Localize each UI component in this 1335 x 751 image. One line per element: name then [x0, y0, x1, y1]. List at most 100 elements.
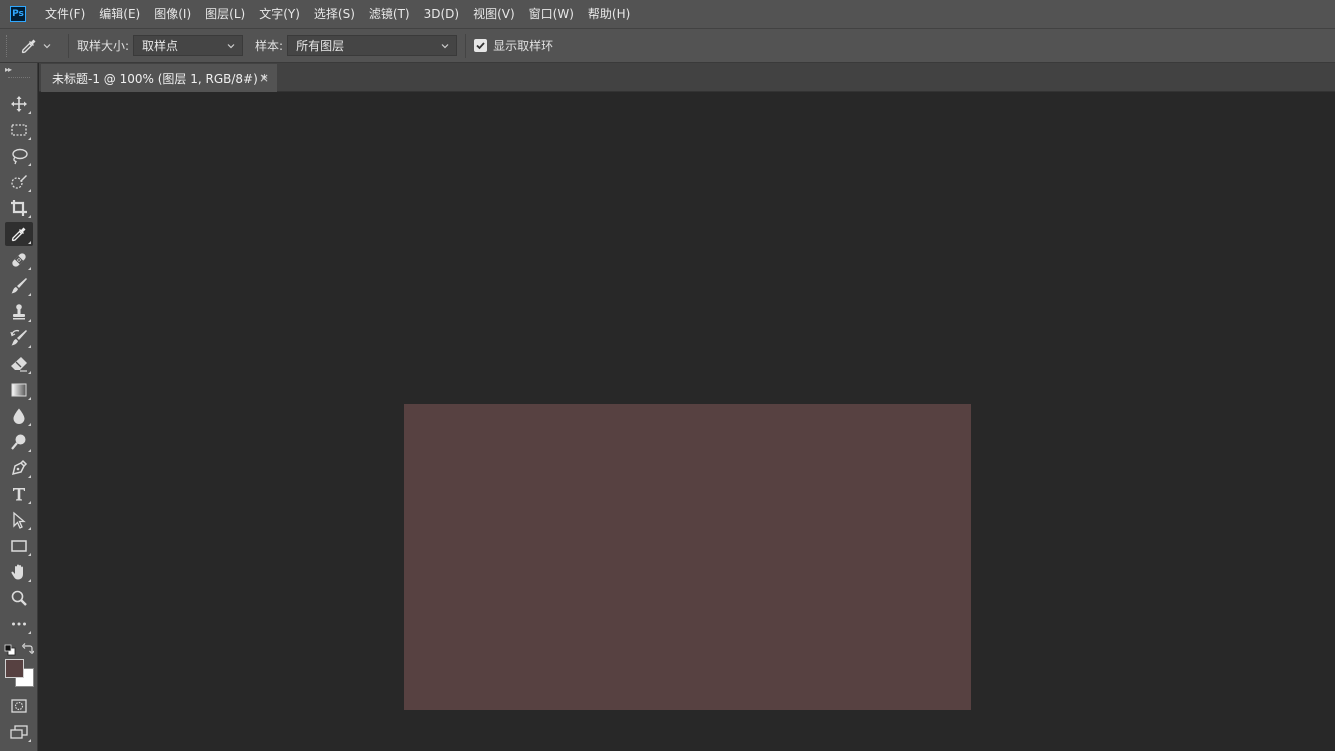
menu-3d[interactable]: 3D(D)	[417, 0, 466, 28]
tool-preset-picker[interactable]	[20, 37, 60, 55]
type-icon	[13, 488, 25, 501]
crop-tool[interactable]	[5, 196, 33, 220]
submenu-indicator	[28, 241, 31, 244]
submenu-indicator	[28, 527, 31, 530]
cursor-arrow-icon	[13, 511, 26, 529]
panel-grip[interactable]	[8, 77, 30, 79]
screen-mode[interactable]	[5, 720, 33, 744]
separator	[68, 33, 69, 58]
healing-brush-tool[interactable]	[5, 248, 33, 272]
document-tab-bar: 未标题-1 @ 100% (图层 1, RGB/8#) * ×	[39, 63, 1335, 92]
sample-value: 所有图层	[296, 39, 345, 53]
submenu-indicator	[28, 553, 31, 556]
eyedropper-icon	[11, 227, 26, 242]
sample-select[interactable]: 所有图层	[287, 35, 458, 56]
submenu-indicator	[28, 631, 31, 634]
menu-file[interactable]: 文件(F)	[38, 0, 92, 28]
tools-panel-header[interactable]: ▸▸	[0, 63, 37, 83]
submenu-indicator	[28, 163, 31, 166]
dodge-tool[interactable]	[5, 430, 33, 454]
brush-icon	[11, 278, 27, 294]
menu-select[interactable]: 选择(S)	[307, 0, 362, 28]
pen-icon	[11, 459, 28, 476]
lasso-icon	[12, 148, 28, 165]
submenu-indicator	[28, 475, 31, 478]
crop-icon	[11, 200, 27, 216]
submenu-indicator	[28, 501, 31, 504]
blur-tool[interactable]	[5, 404, 33, 428]
menu-edit[interactable]: 编辑(E)	[92, 0, 147, 28]
tools-panel: ▸▸	[0, 63, 38, 751]
ellipsis-icon	[12, 622, 26, 626]
dodge-icon	[11, 434, 26, 450]
collapse-arrows-icon[interactable]: ▸▸	[5, 65, 12, 74]
submenu-indicator	[28, 267, 31, 270]
sample-label: 样本:	[255, 39, 284, 53]
quick-selection-tool[interactable]	[5, 170, 33, 194]
show-sampling-ring-checkbox[interactable]	[474, 39, 488, 52]
submenu-indicator	[28, 111, 31, 114]
type-tool[interactable]	[5, 482, 33, 506]
bandage-icon	[12, 253, 26, 267]
swap-colors-icon[interactable]	[22, 642, 34, 654]
eraser-tool[interactable]	[5, 352, 33, 376]
menu-layer[interactable]: 图层(L)	[198, 0, 252, 28]
submenu-indicator	[28, 319, 31, 322]
quick-mask-icon	[11, 699, 27, 713]
submenu-indicator	[28, 189, 31, 192]
submenu-indicator	[28, 137, 31, 140]
submenu-indicator	[28, 423, 31, 426]
hand-tool[interactable]	[5, 560, 33, 584]
menu-image[interactable]: 图像(I)	[147, 0, 198, 28]
photoshop-logo: Ps	[10, 6, 26, 22]
options-bar-grip[interactable]	[6, 34, 10, 57]
sample-size-value: 取样点	[142, 39, 179, 53]
chevron-down-icon	[441, 43, 449, 48]
path-selection-tool[interactable]	[5, 508, 33, 532]
more-tools[interactable]	[5, 612, 33, 636]
quick-selection-icon	[11, 175, 27, 189]
menu-type[interactable]: 文字(Y)	[252, 0, 307, 28]
eyedropper-icon	[21, 39, 36, 53]
menu-bar: Ps 文件(F) 编辑(E) 图像(I) 图层(L) 文字(Y) 选择(S) 滤…	[0, 0, 1335, 28]
chevron-down-icon	[43, 43, 51, 48]
document-tab[interactable]: 未标题-1 @ 100% (图层 1, RGB/8#) * ×	[41, 64, 277, 92]
gradient-tool[interactable]	[5, 378, 33, 402]
brush-tool[interactable]	[5, 274, 33, 298]
rectangle-icon	[11, 540, 27, 552]
rectangle-tool[interactable]	[5, 534, 33, 558]
history-brush-tool[interactable]	[5, 326, 33, 350]
history-brush-icon	[10, 329, 27, 346]
submenu-indicator	[28, 397, 31, 400]
menu-window[interactable]: 窗口(W)	[522, 0, 581, 28]
show-sampling-ring-label[interactable]: 显示取样环	[493, 37, 553, 54]
close-icon[interactable]: ×	[259, 71, 269, 85]
sample-size-select[interactable]: 取样点	[133, 35, 244, 56]
move-tool[interactable]	[5, 92, 33, 116]
stamp-icon	[13, 304, 25, 320]
magnifier-icon	[11, 590, 27, 606]
chevron-down-icon	[227, 43, 235, 48]
color-swatches	[4, 640, 36, 690]
workspace[interactable]	[39, 92, 1335, 751]
foreground-color-swatch[interactable]	[5, 659, 24, 678]
sample-size-label: 取样大小:	[77, 39, 130, 53]
move-icon	[11, 96, 27, 112]
default-colors-icon[interactable]	[4, 644, 16, 656]
quick-mask-mode[interactable]	[5, 694, 33, 718]
marquee-tool[interactable]	[5, 118, 33, 142]
document-canvas[interactable]	[404, 404, 971, 710]
eyedropper-tool[interactable]	[5, 222, 33, 246]
eraser-icon	[11, 357, 27, 372]
zoom-tool[interactable]	[5, 586, 33, 610]
gradient-icon	[11, 383, 27, 397]
clone-stamp-tool[interactable]	[5, 300, 33, 324]
menu-view[interactable]: 视图(V)	[466, 0, 522, 28]
menu-filter[interactable]: 滤镜(T)	[362, 0, 417, 28]
menu-help[interactable]: 帮助(H)	[581, 0, 637, 28]
submenu-indicator	[28, 345, 31, 348]
separator	[465, 33, 467, 58]
lasso-tool[interactable]	[5, 144, 33, 168]
screen-mode-icon	[10, 725, 28, 739]
pen-tool[interactable]	[5, 456, 33, 480]
